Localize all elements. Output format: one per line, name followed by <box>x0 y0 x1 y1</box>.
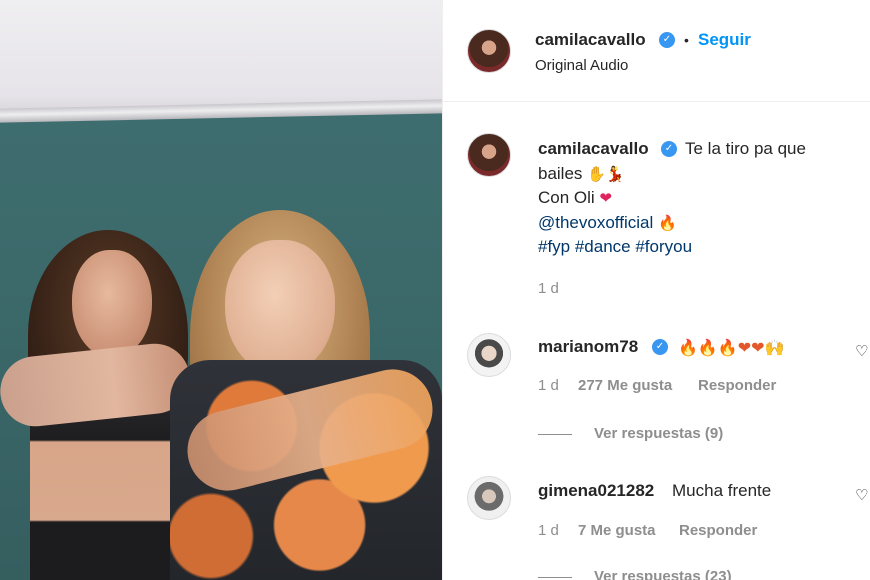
fire-emoji: 🔥 <box>657 214 677 232</box>
comment-likes[interactable]: 277 Me gusta <box>578 377 672 394</box>
comment-username[interactable]: marianom78 <box>538 337 638 357</box>
comment-likes[interactable]: 7 Me gusta <box>578 522 656 539</box>
post-header: camilacavallo ✓ • Seguir Original Audio <box>443 0 870 102</box>
view-replies-button[interactable]: Ver respuestas (23) <box>594 568 732 580</box>
verified-badge-icon: ✓ <box>659 32 675 48</box>
author-avatar[interactable] <box>467 29 511 73</box>
post-details-panel: camilacavallo ✓ • Seguir Original Audio … <box>442 0 870 580</box>
replies-divider <box>538 434 572 435</box>
reply-button[interactable]: Responder <box>679 522 757 539</box>
post-video[interactable] <box>0 0 442 580</box>
follow-button[interactable]: Seguir <box>698 30 751 50</box>
comment-text: 🔥🔥🔥❤❤🙌 <box>678 338 785 357</box>
verified-badge-icon: ✓ <box>661 141 677 157</box>
dancer-left-face <box>72 250 152 358</box>
heart-emoji: ❤ <box>599 189 612 207</box>
verified-badge-icon: ✓ <box>652 339 668 355</box>
audio-label[interactable]: Original Audio <box>535 57 628 74</box>
author-username[interactable]: camilacavallo <box>535 30 646 50</box>
caption-text-line2: bailes ✋💃 <box>538 164 625 183</box>
caption-mention-line: @thevoxofficial 🔥 <box>538 213 677 233</box>
hand-dancer-emoji: ✋💃 <box>587 165 625 183</box>
caption-author-username[interactable]: camilacavallo <box>538 139 649 159</box>
caption-text-line3: Con Oli ❤ <box>538 188 612 207</box>
mention-link[interactable]: @thevoxofficial <box>538 213 653 232</box>
video-ceiling <box>0 0 442 112</box>
caption-hashtags[interactable]: #fyp #dance #foryou <box>538 237 692 257</box>
heart-outline-icon[interactable]: ♡ <box>855 486 868 504</box>
dancer-right-face <box>225 240 335 375</box>
reply-button[interactable]: Responder <box>698 377 776 394</box>
caption-timestamp[interactable]: 1 d <box>538 280 559 297</box>
comment-username[interactable]: gimena021282 <box>538 481 654 501</box>
heart-outline-icon[interactable]: ♡ <box>855 342 868 360</box>
comment-timestamp[interactable]: 1 d <box>538 377 559 394</box>
comment-avatar[interactable] <box>467 333 511 377</box>
comment-avatar[interactable] <box>467 476 511 520</box>
caption-author-avatar[interactable] <box>467 133 511 177</box>
caption-text-line1: Te la tiro pa que <box>685 139 806 158</box>
separator-dot: • <box>684 32 689 48</box>
replies-divider <box>538 577 572 578</box>
comment-text: Mucha frente <box>672 481 772 500</box>
view-replies-button[interactable]: Ver respuestas (9) <box>594 425 723 442</box>
comment-timestamp[interactable]: 1 d <box>538 522 559 539</box>
